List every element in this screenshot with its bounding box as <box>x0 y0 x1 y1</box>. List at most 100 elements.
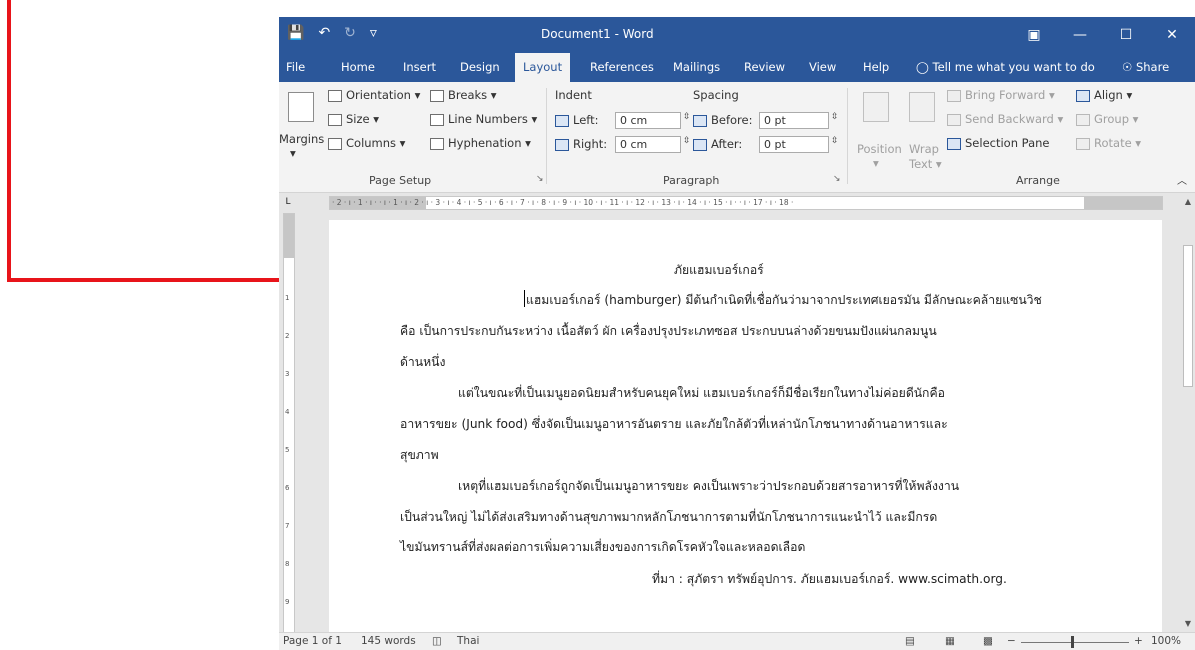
indent-right-text: Right: <box>573 137 608 151</box>
wrap-text-button[interactable]: Wrap <box>909 142 939 156</box>
paragraph-line[interactable]: สุขภาพ <box>400 446 439 465</box>
line-numbers-button[interactable]: Line Numbers ▾ <box>430 112 537 126</box>
ruler-right-margin <box>1084 197 1162 209</box>
text-cursor <box>524 290 525 307</box>
tab-help[interactable]: Help <box>863 53 889 82</box>
collapse-ribbon-icon[interactable]: ︿ <box>1177 172 1187 187</box>
size-button[interactable]: Size ▾ <box>328 112 379 126</box>
status-bar: Page 1 of 1 145 words ◫ Thai ▤ ▦ ▩ − + 1… <box>279 632 1195 650</box>
document-page[interactable]: ภัยแฮมเบอร์เกอร์ แฮมเบอร์เกอร์ (hamburge… <box>329 220 1162 650</box>
selection-pane-button[interactable]: Selection Pane <box>947 136 1049 150</box>
vertical-scrollbar[interactable]: ▲ ▼ <box>1181 193 1195 633</box>
zoom-in-button[interactable]: + <box>1134 635 1143 647</box>
share-button[interactable]: ☉ Share <box>1122 53 1169 82</box>
zoom-level[interactable]: 100% <box>1151 635 1181 647</box>
ribbon-separator <box>546 88 547 184</box>
spacing-after-spinner-icon[interactable]: ⇳ <box>831 136 839 146</box>
columns-button[interactable]: Columns ▾ <box>328 136 405 150</box>
indent-left-spinner-icon[interactable]: ⇳ <box>683 112 691 122</box>
paragraph-line[interactable]: อาหารขยะ (Junk food) ซึ่งจัดเป็นเมนูอาหา… <box>400 415 948 434</box>
align-icon <box>1076 89 1090 102</box>
align-label: Align ▾ <box>1094 88 1133 102</box>
indent-right-spinner-icon[interactable]: ⇳ <box>683 136 691 146</box>
indent-left-text: Left: <box>573 113 599 127</box>
margins-button[interactable]: Margins <box>279 132 324 146</box>
size-label: Size ▾ <box>346 112 380 126</box>
source-citation[interactable]: ที่มา : สุภัตรา ทรัพย์อุปการ. ภัยแฮมเบอร… <box>652 570 1007 589</box>
spacing-after-input[interactable]: 0 pt <box>759 136 829 153</box>
tab-selector[interactable]: L <box>279 193 297 211</box>
paragraph-line[interactable]: แต่ในขณะที่เป็นเมนูยอดนิยมสำหรับคนยุคใหม… <box>458 384 945 403</box>
hyphenation-button[interactable]: Hyphenation ▾ <box>430 136 531 150</box>
paragraph-line[interactable]: ไขมันทรานส์ที่ส่งผลต่อการเพิ่มความเสี่ยง… <box>400 538 805 557</box>
page-setup-launcher-icon[interactable]: ↘ <box>536 174 544 184</box>
paragraph-line[interactable]: แฮมเบอร์เกอร์ (hamburger) มีต้นกำเนิดที่… <box>526 291 1042 310</box>
rotate-button[interactable]: Rotate ▾ <box>1076 136 1141 150</box>
undo-icon[interactable]: ↶ <box>318 25 330 41</box>
title-bar: 💾 ↶ ↻ ▿ Document1 - Word ▣ — ☐ ✕ <box>279 17 1195 53</box>
tab-layout[interactable]: Layout <box>515 53 571 82</box>
maximize-button[interactable]: ☐ <box>1103 27 1149 43</box>
scroll-up-icon[interactable]: ▲ <box>1181 195 1195 209</box>
indent-right-input[interactable]: 0 cm <box>615 136 681 153</box>
scroll-down-icon[interactable]: ▼ <box>1181 617 1195 631</box>
customize-icon[interactable]: ▿ <box>370 25 377 41</box>
orientation-button[interactable]: Orientation ▾ <box>328 88 420 102</box>
position-button[interactable]: Position <box>857 142 902 156</box>
columns-icon <box>328 137 342 150</box>
hyphenation-icon <box>430 137 444 150</box>
margins-icon <box>288 92 314 122</box>
vertical-ruler[interactable]: 1 2 3 4 5 6 7 8 9 10 <box>283 213 295 650</box>
breaks-label: Breaks ▾ <box>448 88 497 102</box>
tab-design[interactable]: Design <box>460 53 500 82</box>
spacing-label: Spacing <box>693 88 739 102</box>
position-icon <box>863 92 889 122</box>
scroll-thumb[interactable] <box>1183 245 1193 387</box>
orientation-icon <box>328 89 342 102</box>
close-button[interactable]: ✕ <box>1149 27 1195 43</box>
send-backward-button[interactable]: Send Backward ▾ <box>947 112 1063 126</box>
tab-mailings[interactable]: Mailings <box>673 53 720 82</box>
breaks-icon <box>430 89 444 102</box>
tell-me-box[interactable]: ◯ Tell me what you want to do <box>916 53 1095 82</box>
breaks-button[interactable]: Breaks ▾ <box>430 88 497 102</box>
spacing-before-input[interactable]: 0 pt <box>759 112 829 129</box>
word-count[interactable]: 145 words <box>361 635 416 647</box>
redo-icon[interactable]: ↻ <box>344 25 356 41</box>
proofing-icon[interactable]: ◫ <box>432 635 442 647</box>
page-count[interactable]: Page 1 of 1 <box>283 635 342 647</box>
tab-home[interactable]: Home <box>341 53 375 82</box>
paragraph-line[interactable]: เหตุที่แฮมเบอร์เกอร์ถูกจัดเป็นเมนูอาหารข… <box>458 477 959 496</box>
spacing-before-spinner-icon[interactable]: ⇳ <box>831 112 839 122</box>
wrap-text-icon <box>909 92 935 122</box>
print-layout-icon[interactable]: ▦ <box>945 635 955 647</box>
tab-file[interactable]: File <box>286 53 305 82</box>
language-indicator[interactable]: Thai <box>457 635 479 647</box>
ruler-marks: · 2 · ı · 1 · ı · · ı · 1 · ı · 2 · ı · … <box>332 198 794 207</box>
bring-forward-button[interactable]: Bring Forward ▾ <box>947 88 1055 102</box>
paragraph-launcher-icon[interactable]: ↘ <box>833 174 841 184</box>
tab-review[interactable]: Review <box>744 53 785 82</box>
rotate-label: Rotate ▾ <box>1094 136 1142 150</box>
ribbon-display-options-icon[interactable]: ▣ <box>1011 27 1057 43</box>
minimize-button[interactable]: — <box>1057 27 1103 43</box>
zoom-slider-thumb[interactable] <box>1071 636 1074 648</box>
document-title[interactable]: ภัยแฮมเบอร์เกอร์ <box>674 261 764 280</box>
ribbon-layout: Margins ▾ Orientation ▾ Size ▾ Columns ▾… <box>279 82 1195 193</box>
group-button[interactable]: Group ▾ <box>1076 112 1138 126</box>
paragraph-line[interactable]: ด้านหนึ่ง <box>400 353 445 372</box>
spacing-before-icon <box>693 114 707 127</box>
indent-left-input[interactable]: 0 cm <box>615 112 681 129</box>
tab-insert[interactable]: Insert <box>403 53 436 82</box>
paragraph-line[interactable]: เป็นส่วนใหญ่ ไม่ได้ส่งเสริมทางด้านสุขภาพ… <box>400 508 937 527</box>
web-layout-icon[interactable]: ▩ <box>983 635 993 647</box>
tab-view[interactable]: View <box>809 53 836 82</box>
align-button[interactable]: Align ▾ <box>1076 88 1132 102</box>
paragraph-line[interactable]: คือ เป็นการประกบกันระหว่าง เนื้อสัตว์ ผั… <box>400 322 937 341</box>
horizontal-ruler[interactable]: · 2 · ı · 1 · ı · · ı · 1 · ı · 2 · ı · … <box>329 196 1163 210</box>
zoom-slider-track[interactable] <box>1021 642 1129 643</box>
zoom-out-button[interactable]: − <box>1007 635 1016 647</box>
read-mode-icon[interactable]: ▤ <box>905 635 915 647</box>
tab-references[interactable]: References <box>590 53 654 82</box>
save-icon[interactable]: 💾 <box>287 25 304 41</box>
